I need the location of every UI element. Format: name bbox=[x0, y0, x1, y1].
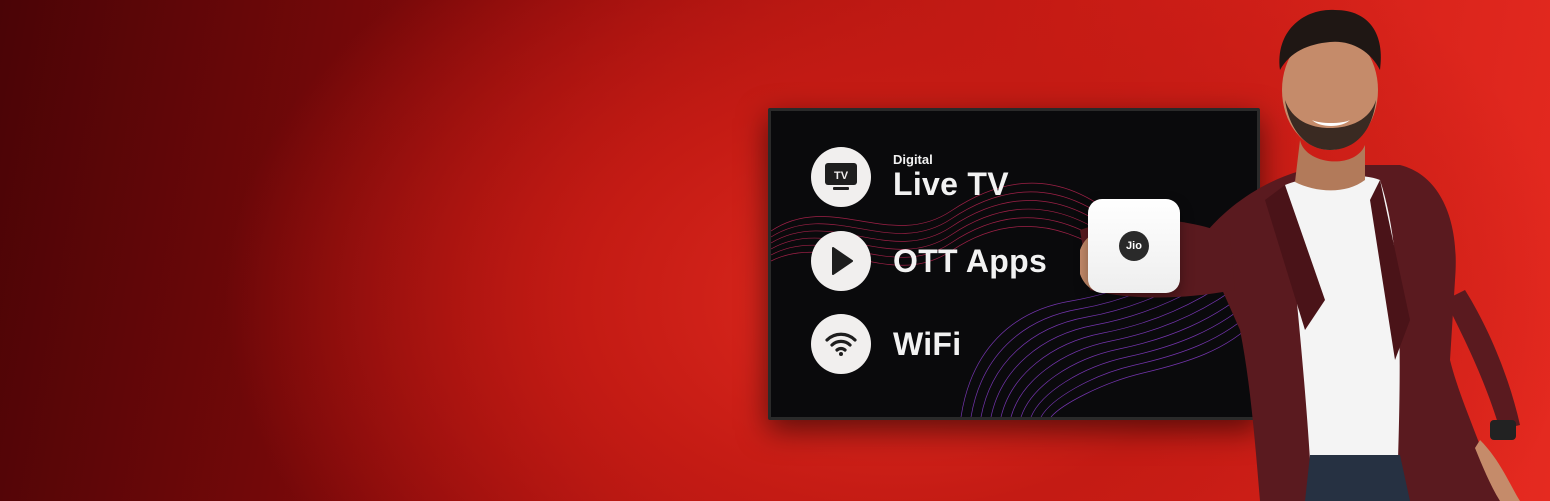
wifi-icon-circle bbox=[811, 314, 871, 374]
tv-icon-text: TV bbox=[834, 170, 849, 182]
tv-icon-circle: TV bbox=[811, 147, 871, 207]
feature-wifi: WiFi bbox=[811, 314, 961, 374]
feature-label: Live TV bbox=[893, 166, 1009, 202]
feature-label: WiFi bbox=[893, 326, 962, 362]
feature-sub-label: Digital bbox=[893, 152, 933, 167]
jio-set-top-box: Jio bbox=[1088, 199, 1180, 293]
tv-icon: TV bbox=[825, 163, 857, 190]
feature-ott-apps: OTT Apps bbox=[811, 231, 1047, 291]
wifi-icon bbox=[825, 332, 857, 356]
play-icon bbox=[832, 247, 853, 275]
hero-banner[interactable]: TV Digital Live TV OTT Apps WiFi Jio bbox=[0, 0, 1550, 501]
feature-live-tv: TV Digital Live TV bbox=[811, 147, 1009, 207]
jio-logo: Jio bbox=[1119, 231, 1149, 261]
feature-label: OTT Apps bbox=[893, 243, 1048, 279]
play-icon-circle bbox=[811, 231, 871, 291]
